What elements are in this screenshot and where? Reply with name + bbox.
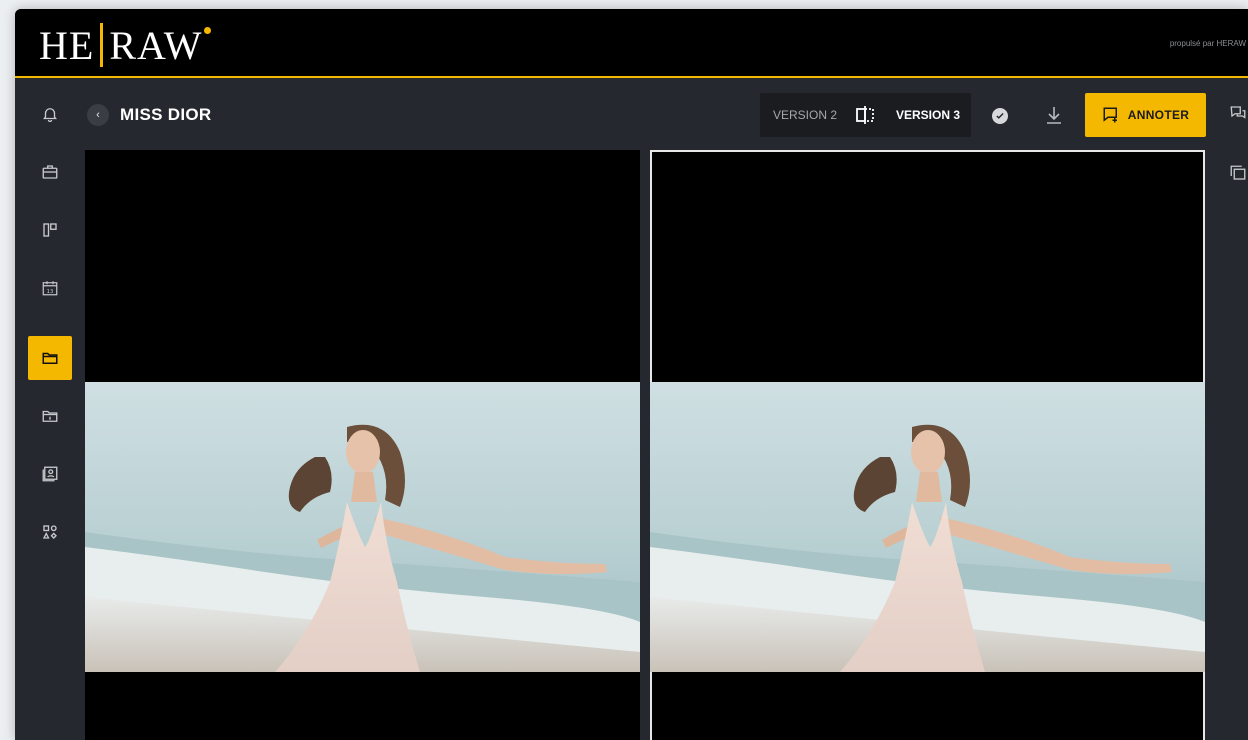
annotate-button[interactable]: ANNOTER	[1085, 93, 1206, 137]
annotate-label: ANNOTER	[1127, 108, 1190, 122]
image-panel-version-2[interactable]	[85, 150, 640, 740]
logo-right-text: RAW	[109, 22, 203, 68]
calendar-icon[interactable]: 13	[28, 266, 72, 310]
powered-by-text[interactable]: propulsé par HERAW	[1170, 39, 1246, 48]
bell-icon[interactable]	[28, 92, 72, 136]
check-circle-icon[interactable]	[992, 108, 1008, 124]
page-title: MISS DIOR	[120, 105, 212, 124]
folder-icon[interactable]	[28, 336, 72, 380]
beach-photo	[85, 382, 640, 672]
split-compare-icon[interactable]	[854, 105, 876, 125]
briefcase-icon[interactable]	[28, 150, 72, 194]
brand-bar: HE RAW propulsé par HERAW	[15, 9, 1248, 78]
logo-left-text: HE	[39, 22, 95, 68]
folder-shared-icon[interactable]	[28, 394, 72, 438]
left-sidebar: 13	[15, 80, 85, 740]
image-panel-version-3[interactable]	[650, 150, 1205, 740]
svg-text:13: 13	[47, 289, 54, 295]
shapes-icon[interactable]	[28, 510, 72, 554]
logo-dot	[204, 27, 212, 34]
version-right-label[interactable]: VERSION 3	[896, 108, 960, 122]
comments-icon[interactable]	[1229, 104, 1247, 122]
heraw-logo[interactable]: HE RAW	[39, 22, 212, 68]
version-left-label[interactable]: VERSION 2	[773, 108, 837, 122]
contacts-icon[interactable]	[28, 452, 72, 496]
back-button[interactable]: ‹	[87, 104, 109, 126]
app-window: HE RAW propulsé par HERAW 13 ‹ MISS DIOR…	[15, 9, 1248, 740]
beach-photo	[650, 382, 1205, 672]
layers-icon[interactable]	[1229, 164, 1247, 182]
board-icon[interactable]	[28, 208, 72, 252]
comment-add-icon	[1103, 107, 1117, 123]
logo-separator	[100, 23, 104, 67]
version-compare-selector[interactable]: VERSION 2 VERSION 3	[760, 93, 971, 137]
download-icon[interactable]	[1045, 105, 1063, 125]
chevron-left-icon: ‹	[96, 109, 100, 121]
